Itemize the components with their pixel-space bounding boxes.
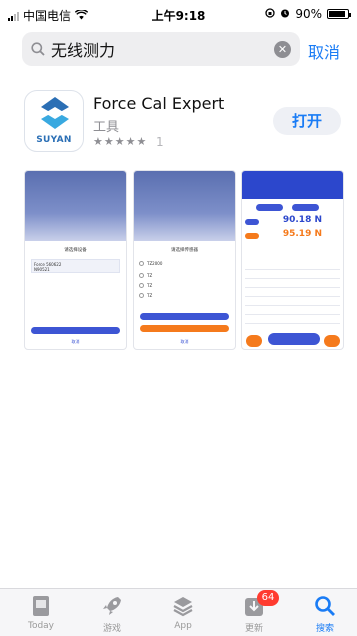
rating-count: 1 (156, 135, 164, 149)
shot-link: 取消 (180, 339, 189, 344)
screenshot-blur (134, 171, 235, 241)
app-logo-icon (41, 97, 69, 129)
app-title[interactable]: Force Cal Expert (93, 94, 224, 113)
tab-bar: Today 游戏 App 64 更新 搜索 (0, 588, 357, 636)
screenshot-3[interactable]: 90.18 N 95.19 N (241, 170, 344, 350)
status-right: 90% (265, 7, 351, 21)
device-row: Force 560622 N90521 (31, 259, 120, 273)
alarm-icon (280, 7, 290, 21)
search-query[interactable]: 无线测力 (51, 37, 274, 61)
layers-icon (153, 593, 213, 619)
shot-btn-left (246, 335, 262, 347)
shot-btn-right (324, 335, 340, 347)
search-input[interactable]: 无线测力 ✕ (22, 32, 300, 66)
updates-badge: 64 (257, 590, 279, 606)
shot-btn-center (268, 333, 320, 345)
tab-label: Today (27, 621, 55, 631)
shot-reading-1: 90.18 N (282, 215, 322, 225)
tab-label: App (174, 621, 192, 631)
radio-row: TZ (139, 271, 230, 279)
today-icon (11, 593, 71, 619)
shot-header (242, 171, 343, 199)
orientation-lock-icon (265, 7, 275, 21)
tab-updates[interactable]: 64 更新 (224, 590, 284, 634)
radio-row: TZ2000 (139, 259, 230, 267)
app-icon-brand: SUYAN (36, 135, 72, 145)
shot-tab (292, 204, 319, 211)
app-result[interactable]: SUYAN Force Cal Expert 工具 ★★★★★ 1 打开 (0, 90, 357, 160)
search-icon (31, 42, 45, 56)
tab-apps[interactable]: App (153, 593, 213, 631)
radio-row: TZ (139, 281, 230, 289)
search-icon (295, 593, 355, 619)
tab-label: 搜索 (315, 624, 334, 634)
app-category: 工具 (93, 120, 120, 135)
app-icon[interactable]: SUYAN (24, 90, 84, 152)
tab-search[interactable]: 搜索 (295, 593, 355, 634)
screenshot-1[interactable]: 请选择设备 Force 560622 N90521 取消 (24, 170, 127, 350)
tab-label: 游戏 (102, 624, 121, 634)
screenshot-strip[interactable]: 请选择设备 Force 560622 N90521 取消 请选择传感器 TZ200… (24, 170, 344, 350)
clear-icon[interactable]: ✕ (274, 40, 291, 58)
tab-today[interactable]: Today (11, 593, 71, 631)
battery-percent: 90% (295, 7, 322, 21)
shot-table (245, 261, 340, 341)
shot-button-orange (140, 325, 229, 332)
rocket-icon (82, 593, 142, 619)
open-button[interactable]: 打开 (273, 107, 341, 135)
shot-button (140, 313, 229, 320)
radio-row: TZ (139, 291, 230, 299)
screenshot-2[interactable]: 请选择传感器 TZ2000 TZ TZ TZ 取消 (133, 170, 236, 350)
shot-tab (256, 204, 283, 211)
screenshot-blur (25, 171, 126, 241)
shot-reading-2: 95.19 N (282, 229, 322, 239)
shot-button (31, 327, 120, 334)
shot-heading: 请选择设备 (64, 248, 87, 253)
status-bar: 中国电信 上午9:18 90% (0, 0, 357, 28)
tab-label: 更新 (244, 624, 263, 634)
tab-games[interactable]: 游戏 (82, 593, 142, 634)
cancel-button[interactable]: 取消 (308, 39, 340, 63)
battery-icon (327, 9, 351, 19)
search-row: 无线测力 ✕ 取消 (0, 32, 357, 68)
shot-heading: 请选择传感器 (171, 248, 198, 253)
shot-link: 取消 (71, 339, 80, 344)
rating-stars: ★★★★★ (93, 135, 148, 148)
